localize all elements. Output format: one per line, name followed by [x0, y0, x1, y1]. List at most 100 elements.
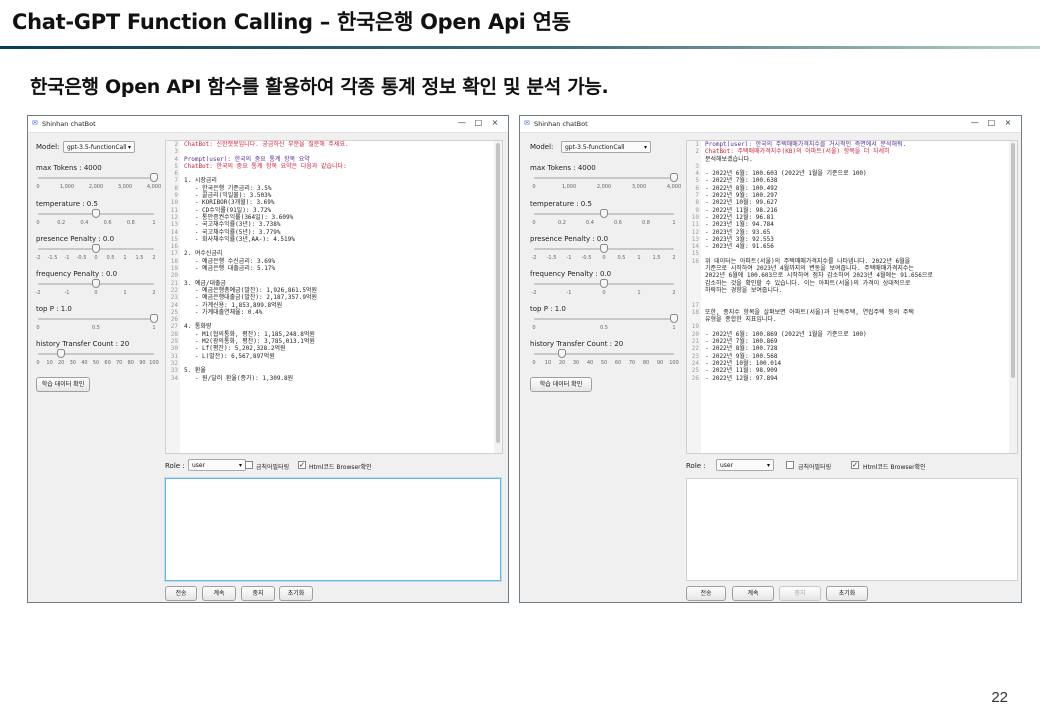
slider-knob[interactable] [600, 244, 608, 253]
top-p-ticks: 0 0.5 1 [36, 325, 155, 333]
slider-knob[interactable] [670, 314, 678, 323]
chat-line [705, 323, 1007, 330]
tick-label: -2 [35, 290, 41, 296]
history-count-slider[interactable] [534, 349, 674, 359]
max-tokens-slider[interactable] [38, 173, 158, 183]
chat-line: 4. 통화량 [184, 323, 212, 331]
chat-line: Prompt(user): 한국의 중요 통계 항목 요약 [184, 155, 310, 163]
top-p-slider[interactable] [38, 314, 158, 324]
html-browser-checkbox[interactable]: ✓ [298, 461, 306, 469]
chat-line: 감소하는 것을 확인할 수 있습니다. 이는 아파트(서울)의 가격이 상대적으… [705, 279, 911, 287]
tick-label: 0 [532, 220, 536, 226]
view-training-data-button[interactable]: 학습 데이터 확인 [36, 377, 90, 392]
maximize-icon[interactable]: □ [471, 118, 485, 127]
tick-label: 2 [152, 290, 156, 296]
model-select-value: gpt-3.5-functionCall [67, 144, 127, 151]
maximize-icon[interactable]: □ [984, 118, 998, 127]
chevron-down-icon: ▾ [643, 144, 647, 151]
tick-label: -0.5 [581, 255, 592, 261]
tick-label: 1 [672, 220, 676, 226]
line-number: 17 [170, 250, 178, 258]
slider-knob[interactable] [670, 173, 678, 182]
line-number: 13 [170, 221, 178, 229]
window-titlebar: ✉ Shinhan chatBot — □ × [28, 116, 508, 133]
chat-line: - CD수익률(91일): 3.72% [184, 206, 272, 214]
presence-penalty-slider[interactable] [38, 244, 154, 254]
history-count-slider[interactable] [38, 349, 154, 359]
slider-knob[interactable] [150, 314, 158, 323]
chat-line: - 원/달러 환율(종가): 1,309.8원 [184, 374, 294, 382]
slider-knob[interactable] [57, 349, 66, 358]
reset-button[interactable]: 초기화 [826, 586, 868, 601]
role-select[interactable]: user ▾ [716, 459, 774, 471]
model-select[interactable]: gpt-3.5-functionCall ▾ [63, 141, 135, 153]
top-p-slider[interactable] [534, 314, 678, 324]
temperature-slider[interactable] [534, 209, 674, 219]
continue-button[interactable]: 계속 [732, 586, 774, 601]
line-number: 7 [174, 177, 178, 185]
vertical-scrollbar[interactable] [1009, 141, 1017, 453]
line-number [687, 272, 701, 279]
slider-knob[interactable] [92, 279, 100, 288]
slider-knob[interactable] [150, 173, 158, 182]
slider-knob[interactable] [600, 209, 608, 218]
chat-output-area[interactable]: 2 3 4 5 6 7 8 9 10 11 12 13 14 15 16 17 18 19 20 21 22 23 24 25… [165, 140, 503, 454]
chat-line: - 국고채수익률(5년): 3.779% [184, 228, 281, 236]
line-number: 8 [174, 184, 178, 192]
tick-label: 1 [637, 290, 641, 296]
line-number-gutter: 2 3 4 5 6 7 8 9 10 11 12 13 14 15 16 17 18 19 20 21 22 23 24 25… [166, 141, 180, 453]
chat-output-area[interactable]: 1 2 3 4 5 6 7 8 9 10 11 12 13 14 15 16 17 18 19 20 21 22 23 24 2… [686, 140, 1018, 454]
model-select[interactable]: gpt-3.5-functionCall ▾ [561, 141, 651, 153]
slider-knob[interactable] [600, 279, 608, 288]
minimize-icon[interactable]: — [455, 118, 469, 127]
send-button[interactable]: 전송 [686, 586, 726, 601]
temperature-slider[interactable] [38, 209, 154, 219]
view-training-data-button[interactable]: 학습 데이터 확인 [530, 377, 592, 392]
minimize-icon[interactable]: — [968, 118, 982, 127]
profanity-filter-checkbox[interactable] [245, 461, 253, 469]
vertical-scrollbar[interactable] [494, 141, 502, 453]
tick-label: 100 [149, 360, 159, 366]
line-number: 27 [170, 323, 178, 331]
chat-output-text: Prompt(user): 한국의 주택매매가격지수를 거시적인 측면에서 분석… [705, 141, 1007, 382]
role-select[interactable]: user ▾ [188, 459, 246, 471]
chat-line: - 2022년 7월: 100.638 [705, 177, 778, 185]
max-tokens-slider[interactable] [534, 173, 678, 183]
chat-line: 3. 예금/대출금 [184, 279, 227, 287]
chevron-down-icon: ▾ [238, 462, 242, 469]
tick-label: 0 [532, 325, 536, 331]
line-number: 18 [170, 257, 178, 265]
reset-button[interactable]: 초기화 [279, 586, 313, 601]
presence-penalty-slider[interactable] [534, 244, 674, 254]
tick-label: 4,000 [666, 184, 682, 190]
continue-button[interactable]: 계속 [202, 586, 236, 601]
stop-button[interactable]: 중지 [241, 586, 275, 601]
slider-knob[interactable] [92, 209, 100, 218]
presence-penalty-ticks: -2 -1.5 -1 -0.5 0 0.5 1 1.5 2 [532, 255, 676, 263]
tick-label: 0.8 [126, 220, 135, 226]
stop-button[interactable]: 중지 [779, 586, 821, 601]
line-number: 2 [695, 148, 699, 156]
prompt-input[interactable] [686, 478, 1018, 581]
close-icon[interactable]: × [488, 118, 502, 127]
temperature-label: temperature : 0.5 [36, 200, 98, 208]
frequency-penalty-slider[interactable] [38, 279, 154, 289]
slider-knob[interactable] [92, 244, 100, 253]
chat-line: 유형을 종합한 지표입니다. [705, 316, 777, 324]
frequency-penalty-slider[interactable] [534, 279, 674, 289]
slider-knob[interactable] [558, 349, 566, 358]
line-number: 29 [170, 338, 178, 346]
prompt-input[interactable] [165, 478, 501, 581]
chat-line: 위 데이터는 아파트(서울)의 주택매매가격지수를 나타냅니다. 2022년 6… [705, 257, 911, 265]
line-number: 22 [691, 345, 699, 353]
tick-label: 4,000 [146, 184, 162, 190]
tick-label: 0.5 [617, 255, 626, 261]
line-number: 24 [691, 359, 699, 367]
tick-label: 0.5 [106, 255, 115, 261]
html-browser-checkbox[interactable]: ✓ [851, 461, 859, 469]
profanity-filter-checkbox[interactable] [786, 461, 794, 469]
line-number: 12 [691, 228, 699, 236]
close-icon[interactable]: × [1001, 118, 1015, 127]
send-button[interactable]: 전송 [165, 586, 197, 601]
line-number: 11 [691, 221, 699, 229]
